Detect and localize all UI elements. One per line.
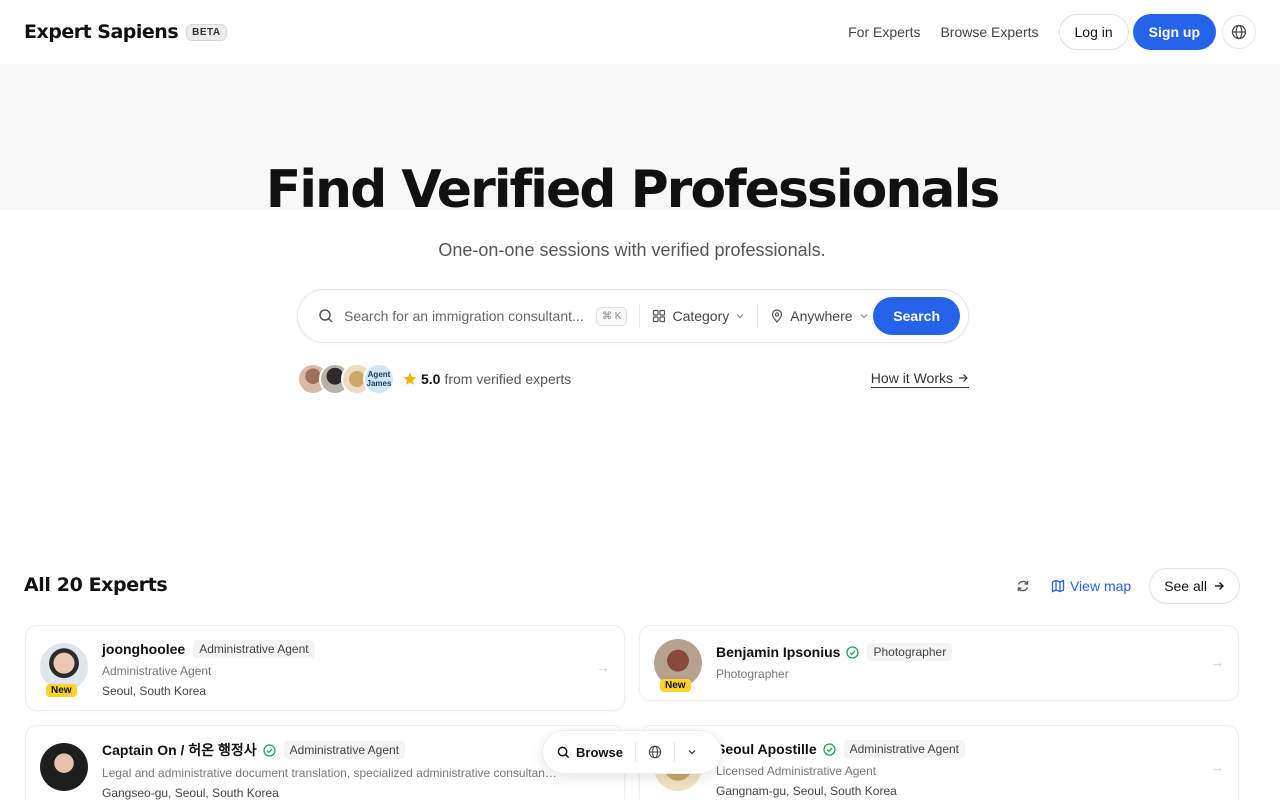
how-it-works-link[interactable]: How it Works xyxy=(870,370,969,388)
expert-avatars: Agent James xyxy=(297,363,395,395)
globe-icon xyxy=(1231,24,1247,40)
expert-tag: Administrative Agent xyxy=(193,640,315,658)
signup-button[interactable]: Sign up xyxy=(1132,14,1216,50)
arrow-right-icon: → xyxy=(1210,759,1224,775)
globe-icon xyxy=(648,745,662,759)
how-it-works-label: How it Works xyxy=(870,370,953,386)
expert-name: joonghoolee xyxy=(102,641,186,657)
hero-title: Find Verified Professionals xyxy=(265,160,1001,220)
new-badge: New xyxy=(46,684,77,697)
expert-info: Seoul Apostille Administrative Agent Lic… xyxy=(716,740,965,798)
expert-location: Gangseo-gu, Seoul, South Korea xyxy=(102,786,279,800)
nav-for-experts[interactable]: For Experts xyxy=(848,24,920,40)
view-map-link[interactable]: View map xyxy=(1051,578,1131,594)
location-dropdown[interactable]: Anywhere xyxy=(770,308,868,324)
divider xyxy=(639,304,641,328)
search-icon xyxy=(319,309,333,323)
divider xyxy=(673,742,675,762)
arrow-right-icon xyxy=(1215,582,1224,590)
expert-info: Captain On / 허온 행정사 Administrative Agent… xyxy=(102,740,557,800)
browse-label: Browse xyxy=(576,744,623,760)
rating-text: from verified experts xyxy=(444,371,572,387)
expert-info: Benjamin Ipsonius Photographer Photograp… xyxy=(716,643,953,681)
language-button[interactable] xyxy=(1222,15,1256,49)
category-dropdown[interactable]: Category xyxy=(652,308,745,324)
hero-subtitle: One-on-one sessions with verified profes… xyxy=(438,240,826,260)
expert-tag: Photographer xyxy=(867,643,953,661)
expert-card[interactable]: New Benjamin Ipsonius Photographer Photo… xyxy=(639,625,1239,701)
expert-name: Seoul Apostille xyxy=(716,741,817,757)
expand-button[interactable] xyxy=(687,747,697,757)
experts-section-title: All 20 Experts xyxy=(24,574,168,596)
search-input[interactable] xyxy=(344,308,588,324)
new-badge: New xyxy=(660,679,691,692)
browse-button[interactable]: Browse xyxy=(557,745,623,760)
expert-location: Seoul, South Korea xyxy=(102,684,207,698)
search-button[interactable]: Search xyxy=(873,297,960,335)
expert-description: Licensed Administrative Agent xyxy=(716,764,877,778)
rating: 5.0 from verified experts xyxy=(403,371,571,387)
map-pin-icon xyxy=(772,309,783,323)
top-header: Expert Sapiens BETA For Experts Browse E… xyxy=(0,0,1280,64)
nav-browse-experts[interactable]: Browse Experts xyxy=(940,24,1038,40)
search-icon xyxy=(557,746,570,758)
avatar: Agent James xyxy=(363,363,395,395)
map-icon xyxy=(1051,579,1065,593)
refresh-button[interactable] xyxy=(1013,576,1033,596)
login-button[interactable]: Log in xyxy=(1058,14,1129,50)
beta-badge: BETA xyxy=(186,23,227,41)
rating-score: 5.0 xyxy=(421,371,441,387)
arrow-right-icon: → xyxy=(596,659,610,675)
expert-tag: Administrative Agent xyxy=(283,741,406,759)
arrow-right-icon xyxy=(959,374,968,382)
expert-card[interactable]: Captain On / 허온 행정사 Administrative Agent… xyxy=(25,725,625,800)
verified-icon xyxy=(262,743,276,757)
search-bar: ⌘ K Category Anywhere Search xyxy=(297,289,969,343)
experts-actions: View map See all xyxy=(1013,568,1240,604)
expert-description: Photographer xyxy=(716,667,789,681)
verified-icon xyxy=(822,742,836,756)
expert-info: joonghoolee Administrative Agent Adminis… xyxy=(102,640,315,698)
divider xyxy=(634,742,636,762)
expert-tag: Administrative Agent xyxy=(843,740,965,758)
expert-name: Benjamin Ipsonius xyxy=(716,644,841,660)
location-label: Anywhere xyxy=(790,308,853,324)
trust-row: Agent James 5.0 from verified experts Ho… xyxy=(297,362,969,396)
shortcut-hint: ⌘ K xyxy=(596,306,628,326)
avatar xyxy=(40,743,88,791)
expert-card[interactable]: New joonghoolee Administrative Agent Adm… xyxy=(25,625,625,711)
grid-icon xyxy=(653,309,666,323)
expert-description: Administrative Agent xyxy=(102,664,212,678)
brand-logo[interactable]: Expert Sapiens xyxy=(24,21,179,43)
verified-icon xyxy=(846,645,860,659)
top-nav: For Experts Browse Experts Log in Sign u… xyxy=(848,14,1256,50)
language-button[interactable] xyxy=(648,745,662,759)
expert-description: Legal and administrative document transl… xyxy=(102,766,557,780)
divider xyxy=(757,304,759,328)
expert-card[interactable]: Seoul Apostille Administrative Agent Lic… xyxy=(639,725,1239,800)
view-map-label: View map xyxy=(1069,578,1132,594)
expert-location: Gangnam-gu, Seoul, South Korea xyxy=(716,784,897,798)
expert-name: Captain On / 허온 행정사 xyxy=(102,742,257,758)
chevron-down-icon xyxy=(860,314,867,319)
floating-nav-bar: Browse xyxy=(542,730,722,774)
see-all-button[interactable]: See all xyxy=(1149,568,1240,604)
star-icon xyxy=(403,372,417,385)
chevron-down-icon xyxy=(688,750,696,755)
category-label: Category xyxy=(672,308,730,324)
arrow-right-icon: → xyxy=(1210,654,1224,670)
chevron-down-icon xyxy=(736,314,744,319)
see-all-label: See all xyxy=(1164,578,1207,594)
refresh-icon xyxy=(1017,580,1029,592)
